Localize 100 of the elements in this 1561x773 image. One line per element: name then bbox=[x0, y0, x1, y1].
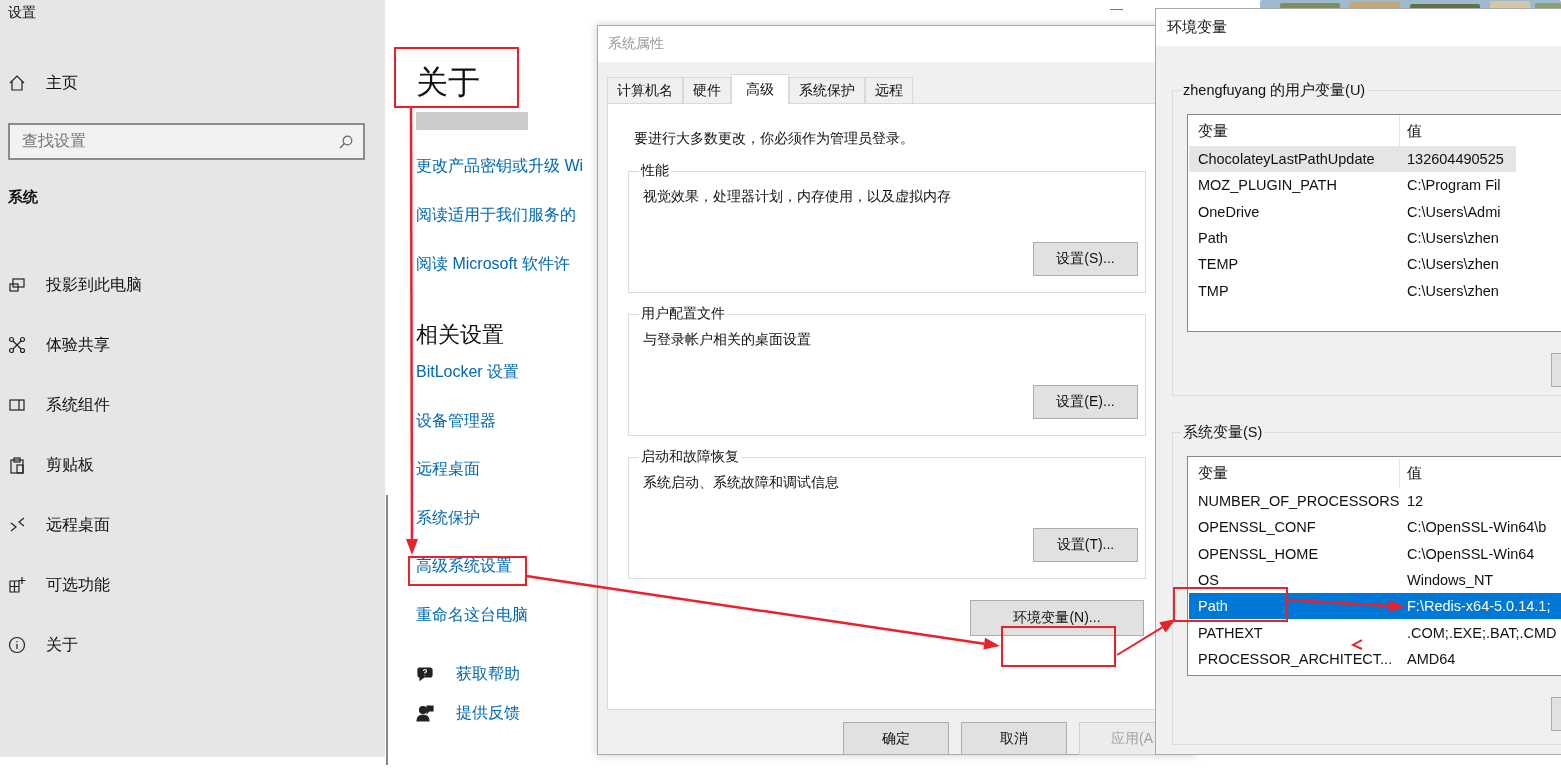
list-row[interactable]: OneDrive C:\Users\Admi bbox=[1189, 198, 1516, 225]
monitor-icon bbox=[8, 276, 26, 294]
link[interactable]: 重命名这台电脑 bbox=[416, 602, 528, 627]
notice-text: 要进行大多数更改，你必须作为管理员登录。 bbox=[633, 129, 914, 148]
environment-variables-button[interactable]: 环境变量(N)... bbox=[970, 600, 1144, 636]
nav-item[interactable]: 可选功能 bbox=[0, 555, 385, 615]
list-box[interactable]: 变量 值 ChocolateyLastPathUpdate 132604490525 MOZ_PLUGIN_PATH C:\Program Fil OneDrive C:\Users\Admi Path C:\Users\zhen TEMP C:\Users\zhen TMP C:\Users\zhen bbox=[1187, 114, 1561, 332]
group-description: 视觉效果，处理器计划，内存使用，以及虚拟内存 bbox=[643, 187, 951, 206]
grid-plus-icon bbox=[8, 576, 26, 594]
chat-question-icon bbox=[416, 664, 434, 683]
link[interactable]: 阅读适用于我们服务的 bbox=[416, 203, 576, 227]
minimize-icon[interactable] bbox=[1110, 9, 1123, 10]
table-cell: OPENSSL_CONF bbox=[1198, 519, 1316, 536]
table-cell: OS bbox=[1198, 572, 1219, 589]
link[interactable]: 远程桌面 bbox=[416, 457, 480, 482]
panel-icon bbox=[8, 396, 26, 414]
dialog-button[interactable]: 确定 bbox=[843, 722, 949, 755]
table-cell: Path bbox=[1198, 230, 1228, 247]
table-cell: MOZ_PLUGIN_PATH bbox=[1198, 177, 1337, 194]
tab[interactable]: 硬件 bbox=[683, 77, 731, 103]
table-cell-text: C:\Users\Admi bbox=[1406, 203, 1501, 220]
settings-button[interactable]: 设置(S)... bbox=[1033, 242, 1138, 276]
tab[interactable]: 计算机名 bbox=[607, 77, 683, 103]
info-icon bbox=[8, 636, 26, 654]
table-cell-text: AMD64 bbox=[1406, 650, 1456, 667]
list-row[interactable]: PROCESSOR_ARCHITECT... AMD64 bbox=[1189, 645, 1561, 673]
table-cell: PROCESSOR_ARCHITECT... bbox=[1198, 650, 1393, 667]
chevron-icon bbox=[8, 516, 26, 534]
scrollbar[interactable] bbox=[386, 495, 388, 765]
tab[interactable]: 远程 bbox=[865, 77, 913, 103]
nav-item[interactable]: 系统组件 bbox=[0, 375, 385, 435]
table-cell: TEMP bbox=[1198, 256, 1239, 273]
list-row[interactable]: ChocolateyLastPathUpdate 132604490525 bbox=[1189, 146, 1516, 173]
list-row[interactable]: TEMP C:\Users\zhen bbox=[1189, 251, 1516, 278]
list-row[interactable]: MOZ_PLUGIN_PATH C:\Program Fil bbox=[1189, 172, 1516, 199]
nav-item[interactable]: 关于 bbox=[0, 615, 385, 675]
table-cell: TMP bbox=[1198, 282, 1229, 299]
link[interactable]: 更改产品密钥或升级 Wi bbox=[416, 154, 584, 178]
section-heading: 相关设置 bbox=[416, 321, 504, 349]
list-row[interactable]: Path C:\Users\zhen bbox=[1189, 224, 1516, 252]
home-icon bbox=[8, 74, 26, 92]
table-cell-text: Windows_NT bbox=[1406, 572, 1494, 589]
link[interactable]: 获取帮助 bbox=[456, 661, 520, 686]
nav-item[interactable]: 投影到此电脑 bbox=[0, 255, 385, 315]
list-row[interactable]: OPENSSL_HOME C:\OpenSSL-Win64 bbox=[1189, 540, 1561, 567]
nav-item[interactable]: 远程桌面 bbox=[0, 495, 385, 555]
link[interactable]: 提供反馈 bbox=[456, 700, 520, 725]
link[interactable]: 设备管理器 bbox=[416, 408, 496, 433]
window-title: 设置 bbox=[7, 3, 37, 22]
table-cell: NUMBER_OF_PROCESSORS bbox=[1198, 493, 1400, 510]
nav-item[interactable]: 剪贴板 bbox=[0, 435, 385, 495]
search-icon bbox=[339, 134, 353, 149]
list-row[interactable]: Path F:\Redis-x64-5.0.14.1; bbox=[1189, 593, 1561, 620]
group-title: 用户配置文件 bbox=[640, 305, 726, 323]
dialog-button[interactable]: 取消 bbox=[961, 722, 1067, 755]
dialog-title: 环境变量 bbox=[1167, 18, 1227, 37]
search-field[interactable]: 查找设置 bbox=[8, 123, 365, 160]
list-row[interactable]: OS Windows_NT bbox=[1189, 566, 1561, 594]
group-title: 系统变量(S) bbox=[1182, 423, 1264, 442]
column-header[interactable]: 值 bbox=[1400, 463, 1422, 483]
link[interactable]: 高级系统设置 bbox=[416, 554, 512, 579]
list-row[interactable]: NUMBER_OF_PROCESSORS 12 bbox=[1189, 488, 1561, 515]
table-cell-text: C:\Program Fil bbox=[1406, 177, 1501, 194]
group-title: 性能 bbox=[639, 162, 670, 180]
settings-button[interactable]: 设置(T)... bbox=[1033, 528, 1138, 562]
nav-item[interactable]: 体验共享 bbox=[0, 315, 385, 375]
list-row[interactable]: TMP C:\Users\zhen bbox=[1189, 277, 1516, 304]
link[interactable]: 系统保护 bbox=[416, 505, 480, 530]
table-cell-text: .COM;.EXE;.BAT;.CMD bbox=[1406, 624, 1557, 641]
table-cell-text: C:\Users\zhen bbox=[1406, 256, 1499, 273]
table-cell-text: C:\OpenSSL-Win64\b bbox=[1406, 519, 1547, 536]
partial-button[interactable] bbox=[416, 112, 528, 130]
table-cell: PATHEXT bbox=[1198, 624, 1263, 641]
dialog-title: 系统属性 bbox=[608, 35, 664, 53]
arrow bbox=[1116, 619, 1176, 656]
table-cell-text: C:\OpenSSL-Win64 bbox=[1406, 545, 1535, 562]
column-header[interactable]: 值 bbox=[1400, 121, 1422, 141]
table-cell: OPENSSL_HOME bbox=[1198, 545, 1319, 562]
table-cell-text: C:\Users\zhen bbox=[1406, 282, 1499, 299]
clipboard-icon bbox=[8, 456, 26, 474]
table-cell: ChocolateyLastPathUpdate bbox=[1198, 151, 1375, 168]
list-row[interactable]: PATHEXT .COM;.EXE;.BAT;.CMD bbox=[1189, 619, 1561, 646]
table-cell-text: C:\Users\zhen bbox=[1406, 230, 1499, 247]
tab[interactable]: 高级 bbox=[731, 74, 789, 104]
link[interactable]: 阅读 Microsoft 软件许 bbox=[416, 252, 570, 276]
link[interactable]: BitLocker 设置 bbox=[416, 360, 520, 384]
list-row[interactable]: OPENSSL_CONF C:\OpenSSL-Win64\b bbox=[1189, 514, 1561, 541]
share-icon bbox=[8, 336, 26, 354]
group-title: 启动和故障恢复 bbox=[640, 448, 740, 466]
column-header[interactable]: 变量 bbox=[1189, 458, 1400, 488]
home-item[interactable]: 主页 bbox=[0, 71, 385, 95]
table-cell-text: 132604490525 bbox=[1406, 151, 1504, 168]
tab[interactable]: 系统保护 bbox=[789, 77, 865, 103]
section-title: 系统 bbox=[8, 188, 38, 207]
table-cell: OneDrive bbox=[1198, 203, 1260, 220]
settings-button[interactable]: 设置(E)... bbox=[1033, 385, 1138, 419]
list-box[interactable]: 变量 值 NUMBER_OF_PROCESSORS 12 OPENSSL_CONF C:\OpenSSL-Win64\b OPENSSL_HOME C:\OpenSSL-Win64 OS Windows_NT Path F:\Redis-x64-5.0.14.1; PATHEXT .COM;.EXE;.BAT;.CMD PROCESSOR_ARCHITECT... AMD64 bbox=[1187, 456, 1561, 676]
group-description: 与登录帐户相关的桌面设置 bbox=[643, 330, 811, 349]
table-cell: Path bbox=[1198, 598, 1228, 615]
table-cell-text: F:\Redis-x64-5.0.14.1; bbox=[1406, 598, 1551, 615]
